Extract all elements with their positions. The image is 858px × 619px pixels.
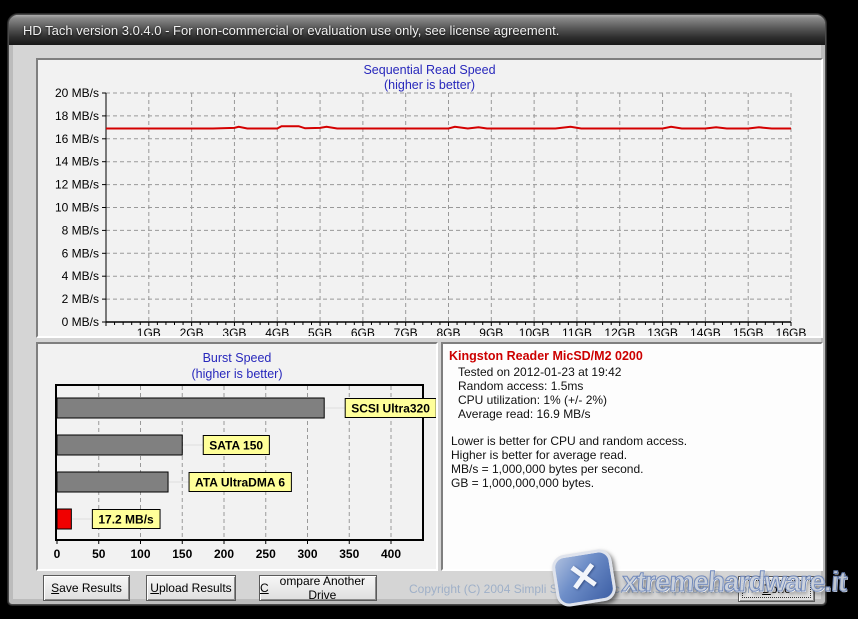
title-bar: HD Tach version 3.0.4.0 - For non-commer… bbox=[9, 15, 825, 45]
svg-text:250: 250 bbox=[256, 547, 276, 561]
burst-speed-panel: Burst Speed (higher is better) SCSI Ultr… bbox=[36, 342, 438, 571]
svg-text:8 MB/s: 8 MB/s bbox=[62, 223, 99, 237]
svg-text:3GB: 3GB bbox=[222, 326, 246, 336]
sequential-read-panel: Sequential Read Speed (higher is better)… bbox=[36, 58, 823, 338]
svg-text:16GB: 16GB bbox=[776, 326, 807, 336]
svg-text:12 MB/s: 12 MB/s bbox=[55, 178, 99, 192]
svg-text:14GB: 14GB bbox=[690, 326, 721, 336]
svg-text:2 MB/s: 2 MB/s bbox=[62, 292, 99, 306]
svg-text:5GB: 5GB bbox=[308, 326, 332, 336]
burst-chart-title: Burst Speed bbox=[38, 351, 436, 365]
svg-text:10 MB/s: 10 MB/s bbox=[55, 201, 99, 215]
svg-text:16 MB/s: 16 MB/s bbox=[55, 132, 99, 146]
text-line: Tested on 2012-01-23 at 19:42 bbox=[458, 365, 815, 379]
svg-text:4GB: 4GB bbox=[265, 326, 289, 336]
svg-text:6GB: 6GB bbox=[351, 326, 375, 336]
svg-text:8GB: 8GB bbox=[436, 326, 460, 336]
svg-text:SCSI Ultra320: SCSI Ultra320 bbox=[351, 402, 430, 416]
svg-text:9GB: 9GB bbox=[479, 326, 503, 336]
text-line: GB = 1,000,000,000 bytes. bbox=[451, 476, 815, 490]
svg-text:300: 300 bbox=[297, 547, 317, 561]
copyright-text: Copyright (C) 2004 Simpli Software, Inc.… bbox=[409, 582, 757, 596]
text-line: Lower is better for CPU and random acces… bbox=[451, 434, 815, 448]
svg-text:50: 50 bbox=[92, 547, 106, 561]
sequential-chart-title: Sequential Read Speed bbox=[38, 63, 821, 77]
svg-text:ATA UltraDMA 6: ATA UltraDMA 6 bbox=[195, 476, 285, 490]
svg-text:400: 400 bbox=[381, 547, 401, 561]
svg-text:4 MB/s: 4 MB/s bbox=[62, 269, 99, 283]
drive-details: Tested on 2012-01-23 at 19:42Random acce… bbox=[449, 365, 815, 421]
save-results-button[interactable]: Save Results bbox=[43, 575, 130, 601]
svg-text:12GB: 12GB bbox=[604, 326, 635, 336]
chart-notes: Lower is better for CPU and random acces… bbox=[449, 434, 815, 490]
svg-text:7GB: 7GB bbox=[394, 326, 418, 336]
sequential-read-chart: 0 MB/s 2 MB/s 4 MB/s 6 MB/s 8 MB/s 10 MB/s 12 … bbox=[38, 60, 821, 336]
text-line: Average read: 16.9 MB/s bbox=[458, 407, 815, 421]
svg-text:11GB: 11GB bbox=[562, 326, 592, 336]
hdtach-window: HD Tach version 3.0.4.0 - For non-commer… bbox=[8, 14, 826, 605]
sequential-chart-subtitle: (higher is better) bbox=[38, 78, 821, 92]
text-line: CPU utilization: 1% (+/- 2%) bbox=[458, 393, 815, 407]
svg-text:10GB: 10GB bbox=[519, 326, 550, 336]
burst-chart-subtitle: (higher is better) bbox=[38, 367, 436, 381]
svg-text:13GB: 13GB bbox=[647, 326, 678, 336]
svg-text:SATA 150: SATA 150 bbox=[209, 439, 263, 453]
svg-text:150: 150 bbox=[172, 547, 192, 561]
drive-name: Kingston Reader MicSD/M2 0200 bbox=[449, 349, 815, 363]
text-line: MB/s = 1,000,000 bytes per second. bbox=[451, 462, 815, 476]
svg-text:15GB: 15GB bbox=[733, 326, 764, 336]
drive-info-panel: Kingston Reader MicSD/M2 0200 Tested on … bbox=[441, 342, 823, 571]
client-area: Sequential Read Speed (higher is better)… bbox=[13, 45, 821, 599]
svg-text:200: 200 bbox=[214, 547, 234, 561]
compare-another-drive-button[interactable]: Compare Another Drive bbox=[259, 575, 377, 601]
svg-text:0: 0 bbox=[54, 547, 61, 561]
svg-text:100: 100 bbox=[130, 547, 150, 561]
svg-text:14 MB/s: 14 MB/s bbox=[55, 155, 99, 169]
svg-text:6 MB/s: 6 MB/s bbox=[62, 246, 99, 260]
text-line: Random access: 1.5ms bbox=[458, 379, 815, 393]
upload-results-button[interactable]: Upload Results bbox=[146, 575, 236, 601]
svg-text:0 MB/s: 0 MB/s bbox=[62, 315, 99, 329]
svg-text:18 MB/s: 18 MB/s bbox=[55, 109, 99, 123]
svg-text:1GB: 1GB bbox=[137, 326, 161, 336]
window-title: HD Tach version 3.0.4.0 - For non-commer… bbox=[23, 23, 559, 38]
svg-text:17.2 MB/s: 17.2 MB/s bbox=[98, 513, 154, 527]
svg-text:350: 350 bbox=[339, 547, 359, 561]
svg-text:2GB: 2GB bbox=[180, 326, 204, 336]
text-line: Higher is better for average read. bbox=[451, 448, 815, 462]
